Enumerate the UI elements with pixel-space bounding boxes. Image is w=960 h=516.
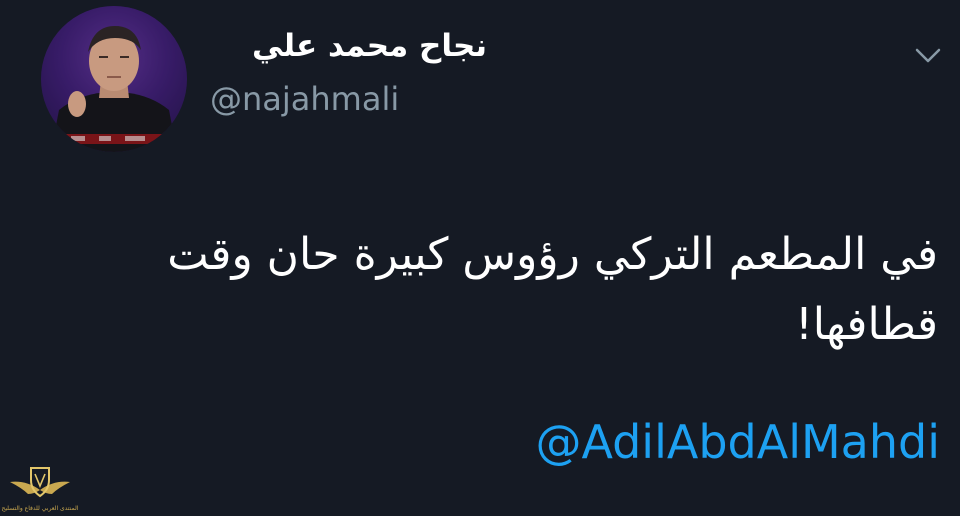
author-avatar[interactable]: [41, 6, 187, 152]
avatar-photo-icon: [41, 6, 187, 152]
logo-emblem-icon: [10, 467, 70, 498]
tweet-text-line: قطافها!: [795, 299, 938, 350]
chevron-down-icon: [915, 48, 941, 63]
author-display-name[interactable]: نجاح محمد علي: [252, 28, 487, 64]
tweet-text-line: في المطعم التركي رؤوس كبيرة حان وقت: [167, 229, 938, 280]
watermark-label: المنتدى العربي للدفاع والتسليح: [1, 505, 79, 512]
author-handle[interactable]: @najahmali: [210, 80, 399, 118]
tweet-menu-button[interactable]: [911, 40, 945, 70]
mention-link[interactable]: @AdilAbdAlMahdi: [535, 415, 940, 469]
tweet-body: في المطعم التركي رؤوس كبيرة حان وقت قطاف…: [138, 220, 938, 360]
tweet-card: نجاح محمد علي @najahmali في المطعم الترك…: [0, 0, 960, 516]
